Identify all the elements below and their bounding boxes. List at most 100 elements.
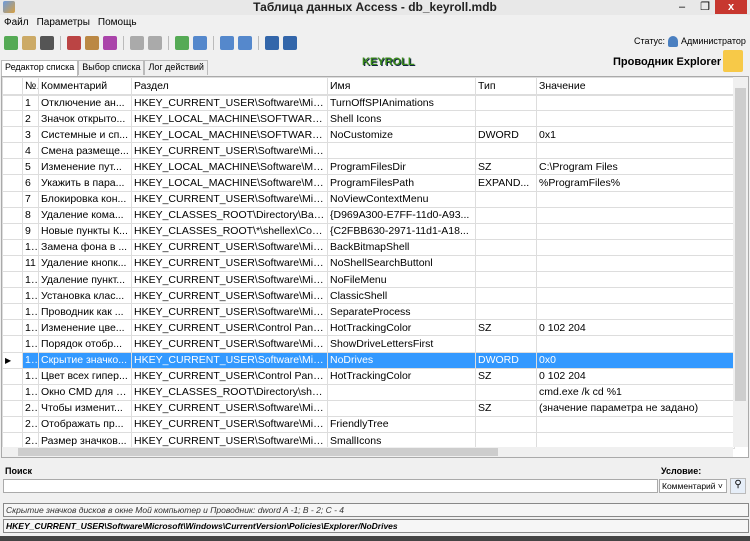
- table-cell[interactable]: [327, 399, 476, 417]
- save-db-icon[interactable]: [265, 36, 279, 50]
- row-header[interactable]: [2, 415, 23, 433]
- table-cell[interactable]: HKEY_CLASSES_ROOT\*\shellex\Cont...: [131, 222, 328, 240]
- table-cell[interactable]: C:\Program Files: [536, 158, 735, 176]
- table-row[interactable]: 7 Блокировка кон... HKEY_CURRENT_USER\Soft…: [2, 190, 735, 208]
- table-cell[interactable]: [536, 142, 735, 160]
- table-cell[interactable]: [536, 271, 735, 289]
- table-cell[interactable]: [475, 415, 537, 433]
- table-cell[interactable]: Системные и сп...: [38, 126, 132, 144]
- table-cell[interactable]: DWORD: [475, 351, 537, 369]
- row-header[interactable]: [2, 254, 23, 273]
- table-cell[interactable]: Укажить в пара...: [38, 174, 132, 192]
- table-cell[interactable]: Установка клас...: [38, 287, 132, 305]
- column-header[interactable]: Имя: [327, 77, 476, 96]
- maximize-button[interactable]: ❐: [695, 0, 715, 14]
- column-header[interactable]: Комментарий: [38, 77, 132, 96]
- table-cell[interactable]: {C2FBB630-2971-11d1-A18...: [327, 222, 476, 240]
- table-cell[interactable]: [475, 238, 537, 256]
- move-down-icon[interactable]: [238, 36, 252, 50]
- row-header[interactable]: [2, 287, 23, 305]
- table-cell[interactable]: Чтобы изменит...: [38, 399, 132, 417]
- table-cell[interactable]: 5: [22, 158, 39, 176]
- table-cell[interactable]: HKEY_CURRENT_USER\Software\Mic...: [131, 303, 328, 321]
- table-row[interactable]: 5 Изменение пут... HKEY_LOCAL_MACHINE\Soft…: [2, 158, 735, 176]
- table-row[interactable]: 20 Чтобы изменит... HKEY_CURRENT_USER\Soft…: [2, 399, 735, 417]
- table-row[interactable]: 3 Системные и сп... HKEY_LOCAL_MACHINE\SOF…: [2, 126, 735, 144]
- table-cell[interactable]: ShowDriveLettersFirst: [327, 335, 476, 353]
- table-cell[interactable]: [475, 222, 537, 240]
- table-row[interactable]: 14 Проводник как ... HKEY_CURRENT_USER\Sof…: [2, 303, 735, 321]
- row-header[interactable]: ▶: [2, 351, 23, 369]
- table-cell[interactable]: Замена фона в ...: [38, 238, 132, 256]
- column-header[interactable]: №: [22, 77, 39, 96]
- table-cell[interactable]: EXPAND...: [475, 174, 537, 192]
- table-cell[interactable]: 16: [22, 335, 39, 353]
- table-cell[interactable]: [475, 93, 537, 112]
- table-cell[interactable]: ClassicShell: [327, 287, 476, 305]
- table-cell[interactable]: 3: [22, 126, 39, 144]
- table-cell[interactable]: HKEY_CLASSES_ROOT\Directory\Bac...: [131, 206, 328, 224]
- table-cell[interactable]: HotTrackingColor: [327, 367, 476, 385]
- table-cell[interactable]: 4: [22, 142, 39, 160]
- table-cell[interactable]: HKEY_CURRENT_USER\Software\Mic...: [131, 142, 328, 160]
- table-cell[interactable]: [475, 335, 537, 353]
- row-header[interactable]: [2, 271, 23, 289]
- table-cell[interactable]: Значок открыто...: [38, 110, 132, 128]
- table-cell[interactable]: [475, 254, 537, 273]
- table-row[interactable]: 13 Установка клас... HKEY_CURRENT_USER\Sof…: [2, 287, 735, 305]
- table-cell[interactable]: [536, 415, 735, 433]
- table-row[interactable]: 21 Отображать пр... HKEY_CURRENT_USER\Soft…: [2, 415, 735, 433]
- table-cell[interactable]: NoShellSearchButtonl: [327, 254, 476, 273]
- table-cell[interactable]: SZ: [475, 158, 537, 176]
- table-cell[interactable]: 18: [22, 367, 39, 385]
- table-row[interactable]: 15 Изменение цве... HKEY_CURRENT_USER\Cont…: [2, 319, 735, 337]
- table-cell[interactable]: HKEY_CURRENT_USER\Software\Mic...: [131, 335, 328, 353]
- table-row[interactable]: 16 Порядок отобр... HKEY_CURRENT_USER\Soft…: [2, 335, 735, 353]
- table-cell[interactable]: HKEY_CURRENT_USER\Software\Mic...: [131, 271, 328, 289]
- table-cell[interactable]: [475, 190, 537, 208]
- table-row[interactable]: 2 Значок открыто... HKEY_LOCAL_MACHINE\SOF…: [2, 110, 735, 128]
- minimize-button[interactable]: –: [672, 0, 692, 14]
- table-cell[interactable]: Изменение цве...: [38, 319, 132, 337]
- table-row[interactable]: 6 Укажить в пара... HKEY_LOCAL_MACHINE\Sof…: [2, 174, 735, 192]
- table-cell[interactable]: 0x1: [536, 126, 735, 144]
- table-cell[interactable]: [327, 142, 476, 160]
- table-cell[interactable]: Проводник как ...: [38, 303, 132, 321]
- table-row[interactable]: 11 Удаление кнопк... HKEY_CURRENT_USER\Sof…: [2, 254, 735, 273]
- row-header[interactable]: [2, 303, 23, 321]
- folder-icon[interactable]: [723, 50, 743, 72]
- row-header[interactable]: [2, 319, 23, 337]
- tab-action-log[interactable]: Лог действий: [144, 60, 208, 75]
- column-header[interactable]: Раздел: [131, 77, 328, 96]
- table-cell[interactable]: Смена размеще...: [38, 142, 132, 160]
- table-cell[interactable]: ProgramFilesDir: [327, 158, 476, 176]
- table-cell[interactable]: HotTrackingColor: [327, 319, 476, 337]
- table-cell[interactable]: Отключение ан...: [38, 93, 132, 112]
- horizontal-scroll-thumb[interactable]: [18, 448, 498, 456]
- row-header[interactable]: [2, 206, 23, 224]
- table-cell[interactable]: 0 102 204: [536, 367, 735, 385]
- table-cell[interactable]: HKEY_CURRENT_USER\Software\Mic...: [131, 190, 328, 208]
- table-cell[interactable]: NoViewContextMenu: [327, 190, 476, 208]
- table-cell[interactable]: cmd.exe /k cd %1: [536, 383, 735, 401]
- table-cell[interactable]: [475, 271, 537, 289]
- table-cell[interactable]: [536, 287, 735, 305]
- table-cell[interactable]: [536, 206, 735, 224]
- import-icon[interactable]: [175, 36, 189, 50]
- table-cell[interactable]: 0x0: [536, 351, 735, 369]
- undo-icon[interactable]: [130, 36, 144, 50]
- table-cell[interactable]: HKEY_LOCAL_MACHINE\Software\Mic...: [131, 174, 328, 192]
- table-cell[interactable]: 11: [22, 254, 39, 273]
- table-row[interactable]: 10 Замена фона в ... HKEY_CURRENT_USER\Sof…: [2, 238, 735, 256]
- export-icon[interactable]: [193, 36, 207, 50]
- edit-file-icon[interactable]: [22, 36, 36, 50]
- save-record-icon[interactable]: [103, 36, 117, 50]
- row-header[interactable]: [2, 158, 23, 176]
- column-header[interactable]: Тип: [475, 77, 537, 96]
- table-cell[interactable]: [536, 222, 735, 240]
- table-cell[interactable]: 13: [22, 287, 39, 305]
- table-cell[interactable]: [475, 142, 537, 160]
- table-cell[interactable]: {D969A300-E7FF-11d0-A93...: [327, 206, 476, 224]
- table-cell[interactable]: 20: [22, 399, 39, 417]
- table-row[interactable]: 1 Отключение ан... HKEY_CURRENT_USER\Softw…: [2, 93, 735, 112]
